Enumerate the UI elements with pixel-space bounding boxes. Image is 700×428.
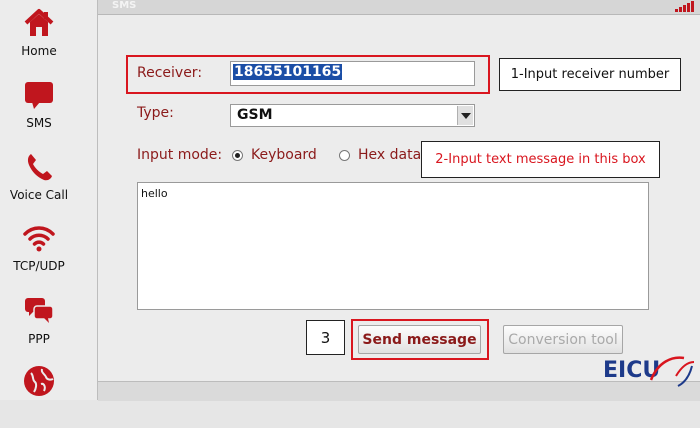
radio-hex-label: Hex data <box>358 147 422 163</box>
wifi-icon <box>22 221 56 255</box>
sidebar-item-label: SMS <box>26 116 52 130</box>
window-title-bar: SMS <box>98 0 700 15</box>
globe-icon <box>22 364 56 398</box>
status-bar <box>98 381 700 401</box>
sidebar-item-label: Home <box>21 44 57 58</box>
phone-icon <box>22 150 56 184</box>
sidebar-item-globe[interactable] <box>0 364 78 428</box>
message-textarea[interactable]: hello <box>137 182 649 310</box>
receiver-value: 18655101165 <box>233 64 343 80</box>
sidebar-item-label: Voice Call <box>9 188 69 202</box>
radio-keyboard-label: Keyboard <box>251 147 317 163</box>
callout-step-2: 2-Input text message in this box <box>421 141 660 178</box>
radio-selected-icon <box>232 149 243 161</box>
sidebar-item-label: PPP <box>28 332 50 346</box>
radio-unselected-icon <box>339 149 350 161</box>
callout-step-3: 3 <box>306 320 345 355</box>
sidebar-item-voice-call[interactable]: Voice Call <box>0 150 78 214</box>
type-select[interactable]: GSM <box>230 104 475 127</box>
sidebar-item-label: TCP/UDP <box>13 259 65 273</box>
type-label: Type: <box>137 105 174 121</box>
chevron-down-icon[interactable] <box>457 106 473 125</box>
radio-hex-data[interactable]: Hex data <box>339 147 421 163</box>
chat-icon <box>22 294 56 328</box>
sidebar-item-ppp[interactable]: PPP <box>0 294 78 358</box>
sidebar-item-tcp-udp[interactable]: TCP/UDP <box>0 221 78 285</box>
sidebar-item-home[interactable]: Home <box>0 6 78 70</box>
receiver-label: Receiver: <box>137 65 203 81</box>
conversion-tool-button[interactable]: Conversion tool <box>503 325 623 354</box>
message-text: hello <box>141 187 168 200</box>
window-title: SMS <box>112 0 137 11</box>
receiver-input[interactable]: 18655101165 <box>230 61 475 86</box>
send-message-button[interactable]: Send message <box>358 325 481 354</box>
sms-icon <box>22 78 56 112</box>
home-icon <box>22 6 56 40</box>
sidebar-item-sms[interactable]: SMS <box>0 78 78 142</box>
logo-mark-icon <box>649 356 695 387</box>
sidebar: Home SMS Voice Call TCP/UDP PPP <box>0 0 98 400</box>
radio-keyboard[interactable]: Keyboard <box>232 147 317 163</box>
signal-strength-icon <box>675 1 694 12</box>
input-mode-label: Input mode: <box>137 147 223 163</box>
type-select-value: GSM <box>237 107 273 123</box>
callout-step-1: 1-Input receiver number <box>499 58 681 91</box>
